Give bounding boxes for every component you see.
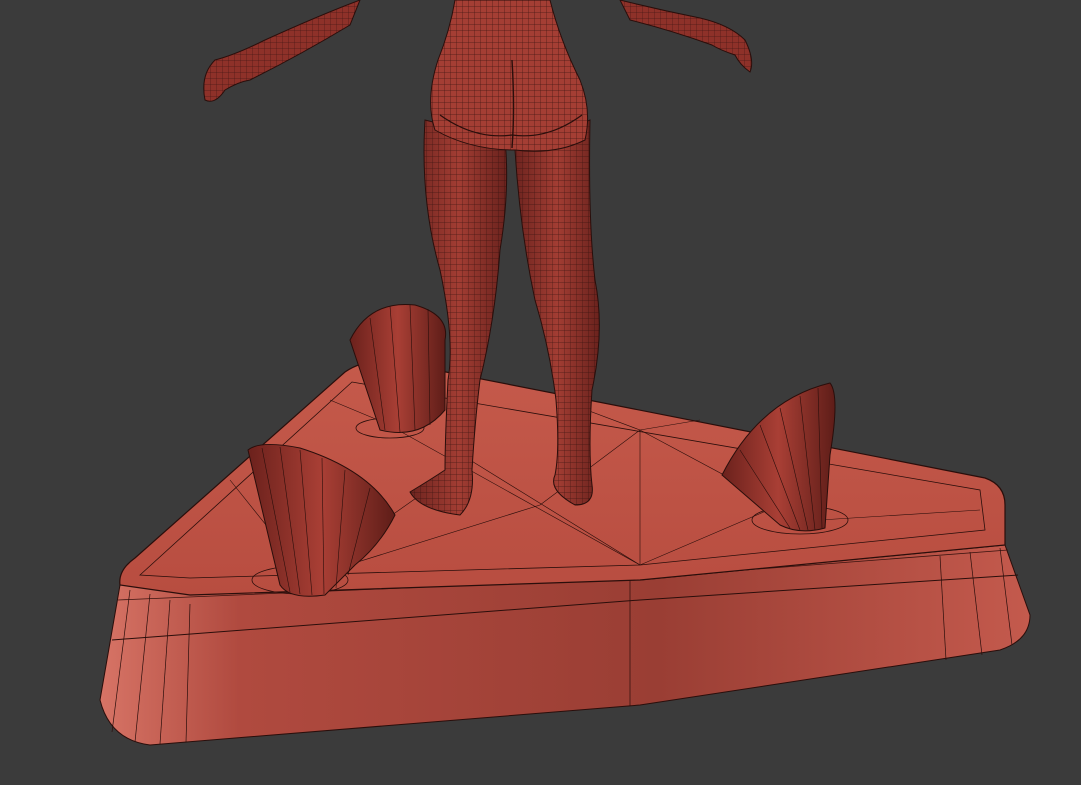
3d-viewport[interactable] <box>0 0 1081 785</box>
viewport-scene[interactable] <box>0 0 1081 785</box>
figure-arm-left[interactable] <box>203 0 361 102</box>
figure-arm-right[interactable] <box>619 0 753 73</box>
